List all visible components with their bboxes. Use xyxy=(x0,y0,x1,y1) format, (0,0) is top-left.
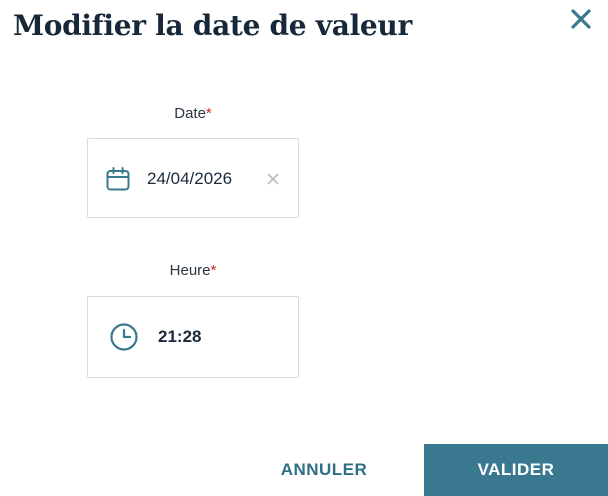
time-label-text: Heure xyxy=(169,262,211,279)
close-button[interactable] xyxy=(566,6,596,36)
required-marker: * xyxy=(205,105,212,122)
date-input[interactable]: 24/04/2026 xyxy=(87,138,299,218)
edit-value-date-dialog: Modifier la date de valeur Date* 24/04/2… xyxy=(0,0,608,496)
time-value: 21:28 xyxy=(158,327,202,346)
submit-button[interactable]: VALIDER xyxy=(424,444,608,496)
cancel-button[interactable]: ANNULER xyxy=(264,444,384,496)
date-label: Date* xyxy=(86,105,300,123)
dialog-title: Modifier la date de valeur xyxy=(13,9,412,42)
date-label-text: Date xyxy=(174,105,206,122)
clock-icon[interactable] xyxy=(109,322,139,352)
time-label: Heure* xyxy=(86,262,300,280)
calendar-icon[interactable] xyxy=(105,166,131,192)
required-marker: * xyxy=(210,262,217,279)
clear-icon xyxy=(267,173,279,185)
close-icon xyxy=(570,8,592,35)
clear-date-button[interactable] xyxy=(265,171,281,187)
date-value: 24/04/2026 xyxy=(147,169,233,188)
time-input[interactable]: 21:28 xyxy=(87,296,299,378)
